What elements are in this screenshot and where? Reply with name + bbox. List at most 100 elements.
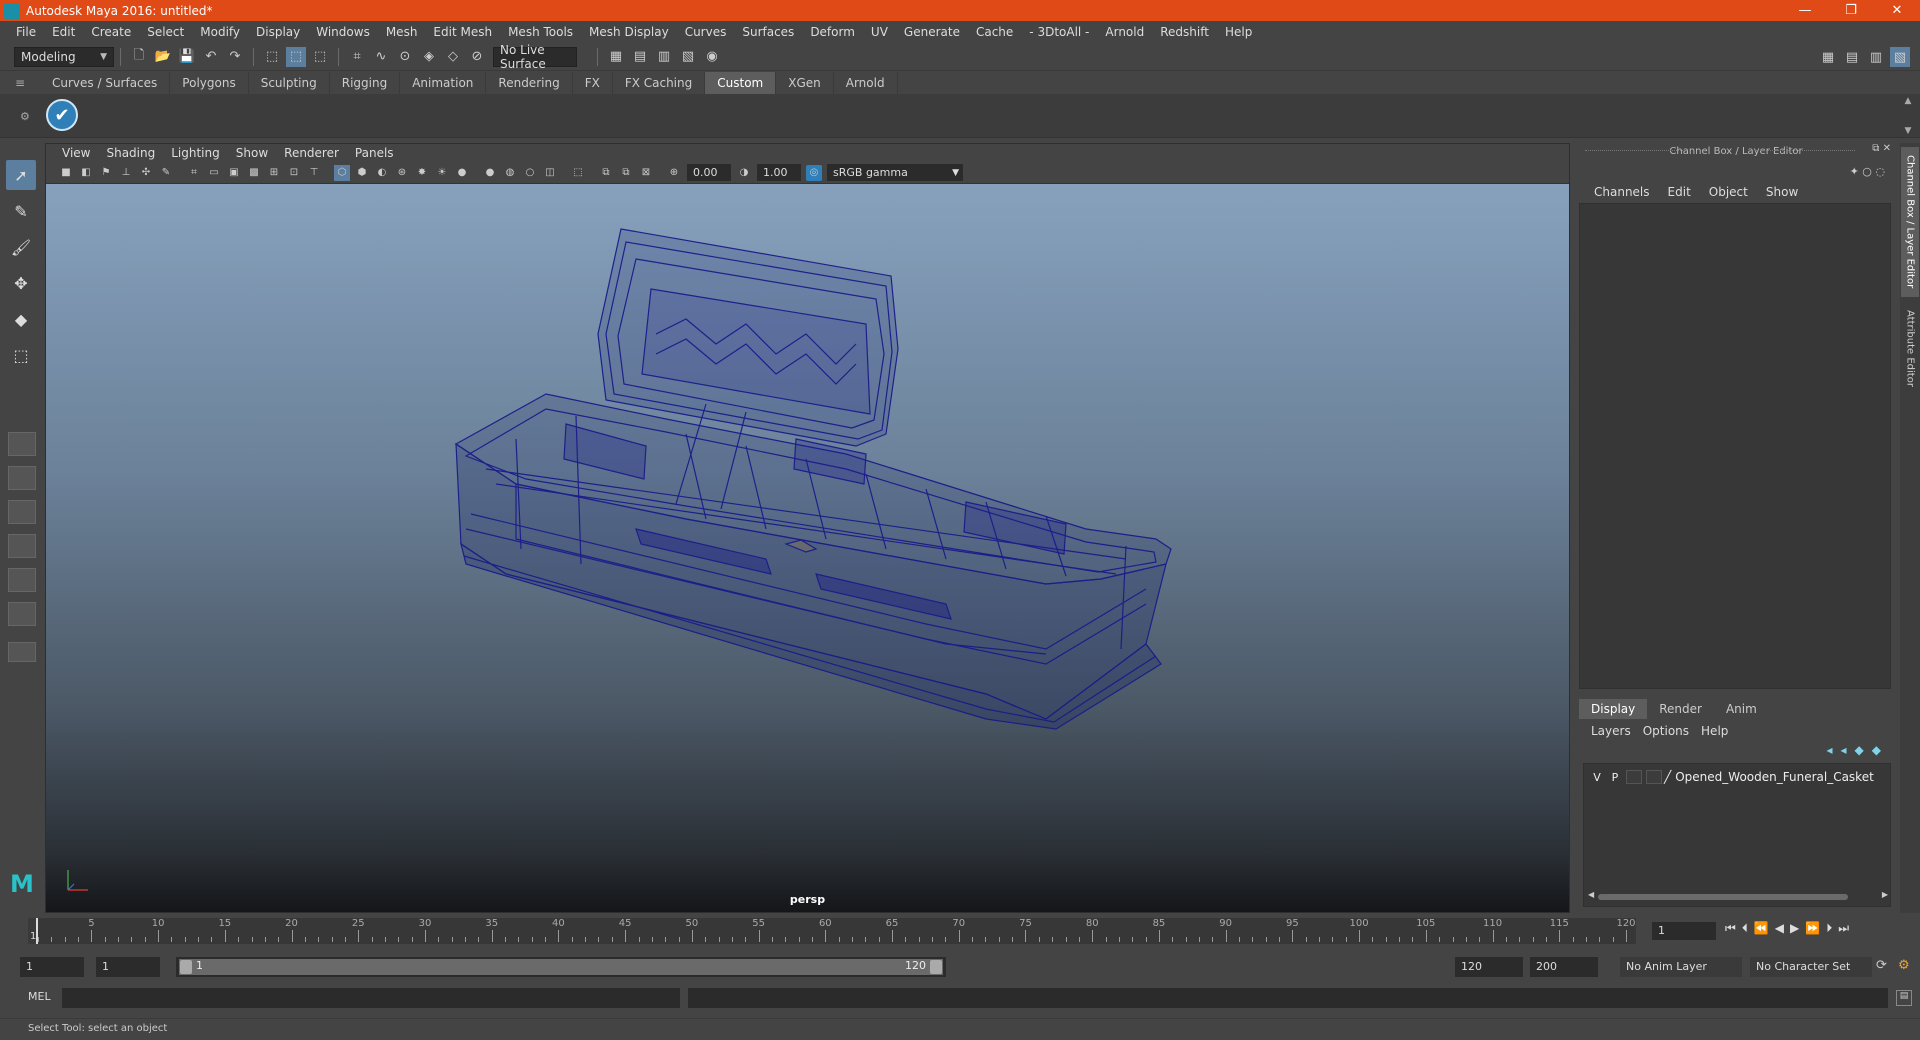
menu-surfaces[interactable]: Surfaces	[734, 25, 802, 39]
layer-horizontal-scrollbar[interactable]: ◀ ▶	[1588, 890, 1888, 902]
tool-settings-toggle-icon[interactable]: ▥	[1866, 47, 1886, 67]
channel-list[interactable]	[1579, 203, 1891, 689]
script-editor-icon[interactable]: ▤	[1896, 990, 1912, 1006]
textured-icon[interactable]: ⊛	[394, 165, 410, 181]
tab-anim[interactable]: Anim	[1714, 699, 1769, 719]
color-management-icon[interactable]: ◎	[806, 164, 822, 181]
field-chart-icon[interactable]: ⊞	[266, 165, 282, 181]
menu-redshift[interactable]: Redshift	[1152, 25, 1217, 39]
tab-display[interactable]: Display	[1579, 699, 1648, 719]
step-forward-key-icon[interactable]: ⏩	[1805, 921, 1820, 936]
menu-windows[interactable]: Windows	[308, 25, 378, 39]
xray-icon[interactable]: ⬚	[570, 165, 586, 181]
float-close-icon[interactable]: ⧉ ✕	[1872, 143, 1891, 154]
gate-mask-icon[interactable]: ▩	[246, 165, 262, 181]
playback-end-field[interactable]: 120	[1455, 957, 1523, 977]
play-backwards-icon[interactable]: ◀	[1775, 921, 1784, 936]
render-frame-icon[interactable]: ▤	[630, 47, 650, 67]
tab-animation[interactable]: Animation	[400, 72, 487, 94]
drag-handle[interactable]	[1585, 150, 1685, 151]
menu-edit[interactable]: Edit	[44, 25, 83, 39]
film-gate-icon[interactable]: ▭	[206, 165, 222, 181]
command-language-label[interactable]: MEL	[28, 990, 51, 1003]
anti-alias-icon[interactable]: ◍	[502, 165, 518, 181]
undo-icon[interactable]: ↶	[201, 47, 221, 67]
menu-generate[interactable]: Generate	[896, 25, 968, 39]
render-view-icon[interactable]: ▦	[606, 47, 626, 67]
modeling-toolkit-icon[interactable]: ▦	[1818, 47, 1838, 67]
tab-curves-surfaces[interactable]: Curves / Surfaces	[40, 72, 171, 94]
menu-set-dropdown[interactable]: Modeling ▼	[14, 46, 114, 67]
play-forwards-icon[interactable]: ▶	[1790, 921, 1799, 936]
menu-select[interactable]: Select	[139, 25, 192, 39]
smooth-shade-icon[interactable]: ⬢	[354, 165, 370, 181]
gamma-field[interactable]: 1.00	[757, 164, 801, 181]
le-menu-help[interactable]: Help	[1695, 724, 1734, 738]
menu-cache[interactable]: Cache	[968, 25, 1021, 39]
xray-components-icon[interactable]: ⧉	[618, 165, 634, 181]
select-object-icon[interactable]: ⬚	[286, 46, 306, 67]
drag-handle[interactable]	[1755, 150, 1855, 151]
step-back-key-icon[interactable]: ⏪	[1754, 921, 1769, 936]
cb-menu-object[interactable]: Object	[1700, 185, 1757, 199]
rotate-tool-icon[interactable]: ◆	[6, 304, 36, 334]
scrollbar-thumb[interactable]	[1598, 894, 1848, 900]
tab-fx[interactable]: FX	[573, 72, 613, 94]
menu-deform[interactable]: Deform	[802, 25, 863, 39]
end-time-field[interactable]: 200	[1530, 957, 1598, 977]
scroll-left-icon[interactable]: ◀	[1588, 890, 1594, 899]
menu-create[interactable]: Create	[83, 25, 139, 39]
menu-modify[interactable]: Modify	[192, 25, 248, 39]
live-surface-field[interactable]: No Live Surface	[493, 43, 577, 71]
tab-render[interactable]: Render	[1647, 699, 1714, 719]
layer-visibility-toggle[interactable]: V	[1588, 771, 1606, 784]
backface-culling-icon[interactable]: ⊠	[638, 165, 654, 181]
layer-action-icons[interactable]: ◂◂◆◆	[1826, 743, 1889, 757]
range-bar[interactable]: 1 120	[176, 957, 946, 977]
bookmark-icon[interactable]: ⚑	[98, 165, 114, 181]
shelf-gear-icon[interactable]: ⚙	[20, 110, 30, 123]
menu-file[interactable]: File	[8, 25, 44, 39]
le-menu-layers[interactable]: Layers	[1585, 724, 1637, 738]
tab-fx-caching[interactable]: FX Caching	[613, 72, 706, 94]
tab-arnold[interactable]: Arnold	[834, 72, 898, 94]
two-pane-layout-icon[interactable]	[8, 500, 36, 524]
tab-attribute-editor[interactable]: Attribute Editor	[1901, 303, 1919, 393]
scale-tool-icon[interactable]: ⬚	[6, 340, 36, 370]
menu-mesh-tools[interactable]: Mesh Tools	[500, 25, 581, 39]
exposure-field[interactable]: 0.00	[687, 164, 731, 181]
channel-box-option-icons[interactable]: ✦ ○ ◌	[1850, 165, 1885, 178]
redo-icon[interactable]: ↷	[225, 47, 245, 67]
menu-arnold[interactable]: Arnold	[1097, 25, 1152, 39]
more-layouts-icon[interactable]	[8, 642, 36, 662]
select-tool-icon[interactable]: ➚	[6, 160, 36, 190]
select-camera-icon[interactable]: ■	[58, 165, 74, 181]
playback-start-field[interactable]: 1	[96, 957, 160, 977]
tab-xgen[interactable]: XGen	[776, 72, 834, 94]
channel-box-toggle-icon[interactable]: ▧	[1890, 47, 1910, 67]
panel-menu-renderer[interactable]: Renderer	[276, 146, 347, 160]
panel-menu-view[interactable]: View	[54, 146, 98, 160]
close-button[interactable]: ✕	[1874, 0, 1920, 21]
xray-joints-icon[interactable]: ⧉	[598, 165, 614, 181]
camera-attributes-icon[interactable]: ◧	[78, 165, 94, 181]
menu-curves[interactable]: Curves	[677, 25, 735, 39]
shelf-menu-icon[interactable]: ≡	[0, 72, 40, 94]
wireframe-icon[interactable]: ⬡	[334, 164, 350, 181]
layer-color-box[interactable]	[1646, 770, 1662, 784]
snap-curve-icon[interactable]: ∿	[371, 47, 391, 67]
tab-rigging[interactable]: Rigging	[330, 72, 401, 94]
cb-menu-channels[interactable]: Channels	[1585, 185, 1659, 199]
outliner-layout-icon[interactable]	[8, 534, 36, 558]
safe-action-icon[interactable]: ⊡	[286, 165, 302, 181]
gamma-icon[interactable]: ◑	[736, 165, 752, 181]
resolution-gate-icon[interactable]: ▣	[226, 165, 242, 181]
tab-polygons[interactable]: Polygons	[170, 72, 249, 94]
go-to-start-icon[interactable]: ⏮	[1725, 921, 1736, 936]
grease-pencil-icon[interactable]: ✎	[158, 165, 174, 181]
menu-display[interactable]: Display	[248, 25, 308, 39]
menu-uv[interactable]: UV	[863, 25, 896, 39]
tab-channel-box-layer-editor[interactable]: Channel Box / Layer Editor	[1901, 147, 1919, 297]
motion-blur-icon[interactable]: ●	[482, 165, 498, 181]
shadows-icon[interactable]: ☀	[434, 165, 450, 181]
